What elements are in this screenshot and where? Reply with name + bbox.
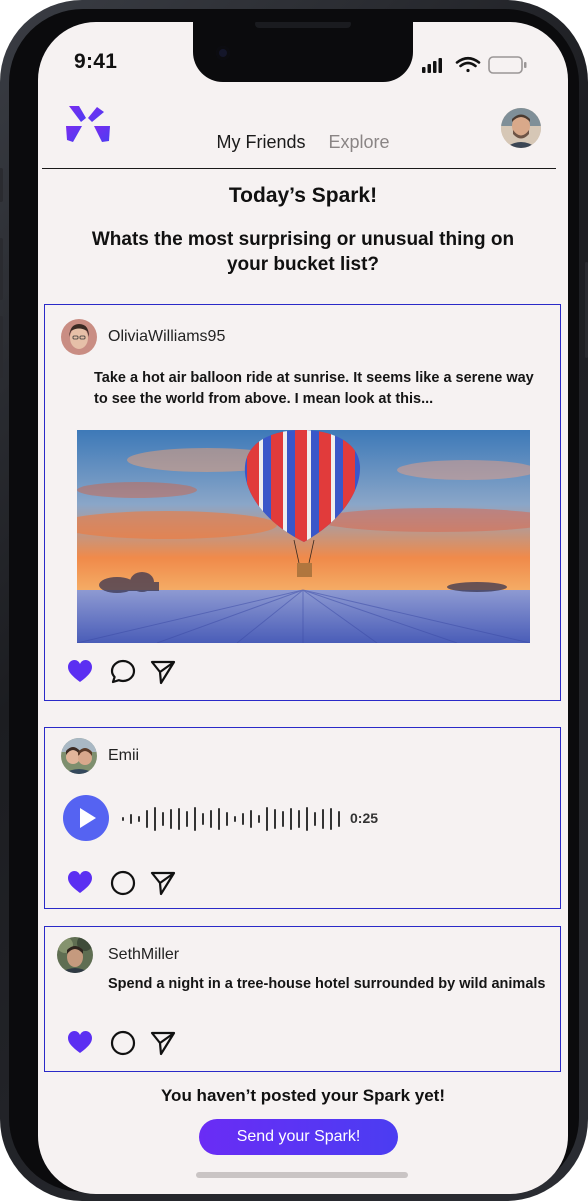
spark-title: Today’s Spark! <box>228 184 378 207</box>
audio-play-button[interactable] <box>63 795 109 841</box>
spark-question: Whats the most surprising or unusual thi… <box>91 229 515 275</box>
status-time: 9:41 <box>74 50 118 73</box>
comment-icon[interactable] <box>110 659 136 685</box>
speaker-grille <box>255 22 351 28</box>
post-username[interactable]: SethMiller <box>108 946 179 964</box>
home-indicator[interactable] <box>196 1172 408 1178</box>
heart-icon[interactable] <box>67 659 93 685</box>
app-screen: 9:41 My Friends Explore Today’s Spark! W… <box>38 22 568 1194</box>
user-avatar[interactable] <box>57 937 93 973</box>
tab-my-friends[interactable]: My Friends <box>216 132 305 153</box>
send-icon[interactable] <box>150 659 176 685</box>
status-icons <box>422 56 527 74</box>
send-icon[interactable] <box>150 1030 176 1056</box>
post-username[interactable]: OliviaWilliams95 <box>108 328 225 346</box>
post-actions <box>67 1030 187 1056</box>
user-avatar[interactable] <box>61 319 97 355</box>
phone-frame: 9:41 My Friends Explore Today’s Spark! W… <box>0 0 588 1201</box>
comment-icon[interactable] <box>110 870 136 896</box>
battery-icon <box>488 56 527 74</box>
action-button <box>0 168 3 202</box>
volume-up-button <box>0 238 3 300</box>
audio-duration: 0:25 <box>350 810 379 826</box>
volume-down-button <box>0 316 3 378</box>
avatar-photo <box>57 937 93 973</box>
post-card-emii: Emii 0:25 <box>44 727 561 909</box>
notch <box>193 22 413 82</box>
post-actions <box>67 870 187 896</box>
post-card-oliviawilliams95: OliviaWilliams95 Take a hot air balloon … <box>44 304 561 701</box>
header-divider <box>42 168 556 169</box>
heart-icon[interactable] <box>67 870 93 896</box>
hot-air-balloon-photo[interactable] <box>77 430 530 643</box>
user-avatar[interactable] <box>61 738 97 774</box>
post-text: Spend a night in a tree-house hotel surr… <box>108 976 546 992</box>
camera-icon <box>216 46 230 60</box>
avatar-photo <box>61 319 97 355</box>
play-icon <box>80 808 96 828</box>
send-spark-button[interactable]: Send your Spark! <box>199 1119 398 1155</box>
post-card-sethmiller: SethMiller Spend a night in a tree-house… <box>44 926 561 1072</box>
avatar-photo <box>61 738 97 774</box>
send-icon[interactable] <box>150 870 176 896</box>
heart-icon[interactable] <box>67 1030 93 1056</box>
post-text: Take a hot air balloon ride at sunrise. … <box>94 370 534 407</box>
feed-tabs: My Friends Explore <box>38 132 568 153</box>
post-username[interactable]: Emii <box>108 747 139 765</box>
phone-bezel: 9:41 My Friends Explore Today’s Spark! W… <box>9 9 579 1194</box>
post-actions <box>67 659 187 685</box>
wifi-icon <box>455 56 481 73</box>
post-prompt: You haven’t posted your Spark yet! <box>160 1086 446 1105</box>
cellular-signal-icon <box>422 58 442 73</box>
audio-waveform[interactable] <box>121 806 343 832</box>
tab-explore[interactable]: Explore <box>329 132 390 153</box>
comment-icon[interactable] <box>110 1030 136 1056</box>
